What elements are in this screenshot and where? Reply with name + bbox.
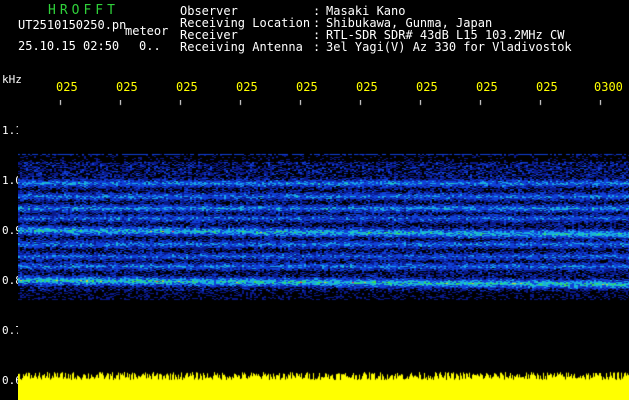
file-datetime: 25.10.15 02:50 (18, 39, 120, 53)
time-label: 025 (176, 80, 198, 94)
time-label: 025 (476, 80, 498, 94)
time-label: 025 (56, 80, 78, 94)
time-label: 025 (416, 80, 438, 94)
time-label: 025 (356, 80, 378, 94)
status-indicator: 0.. (139, 39, 161, 53)
time-label: 025 (296, 80, 318, 94)
time-label: 025 (236, 80, 258, 94)
file-name: UT2510150250.pn (18, 18, 127, 32)
hrofft-window: HROFFT UT2510150250.pn meteor 25.10.15 0… (0, 0, 629, 400)
y-axis-unit: kHz (2, 73, 22, 86)
time-label: 0300 (594, 80, 623, 94)
antenna-colon: : (313, 40, 321, 54)
mode-label: meteor (125, 24, 169, 38)
antenna-label: Receiving Antenna (180, 40, 303, 54)
time-label: 025 (536, 80, 558, 94)
time-label: 025 (116, 80, 138, 94)
antenna-value: 3el Yagi(V) Az 330 for Vladivostok (326, 40, 572, 54)
app-title: HROFFT (48, 3, 119, 18)
spectrogram (18, 100, 629, 400)
